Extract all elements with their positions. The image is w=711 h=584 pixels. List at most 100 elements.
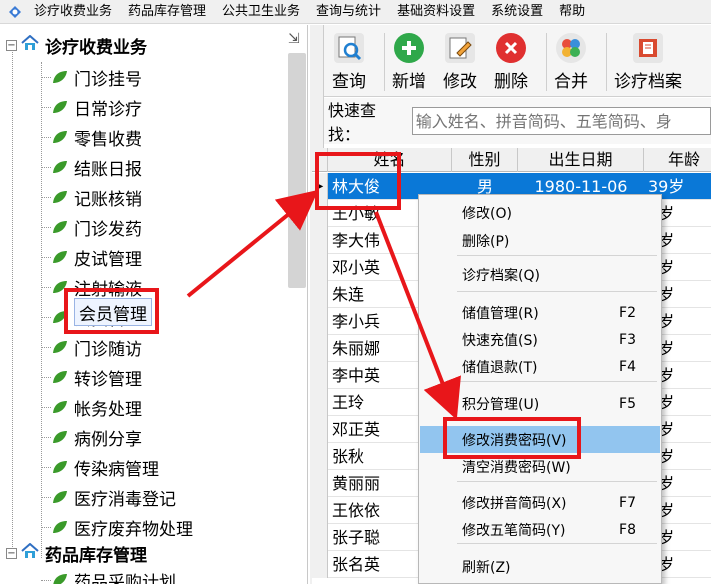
context-menu-item-change-wubi-code[interactable]: 修改五笔简码(Y) F8 [420,516,660,543]
menu-bar: 诊疗收费业务 药品库存管理 公共卫生业务 查询与统计 基础资料设置 系统设置 帮… [0,0,711,24]
context-menu-item-stored-value[interactable]: 储值管理(R) F2 [420,299,660,326]
merge-button[interactable]: 合并 [554,33,588,92]
row-indicator [312,551,328,578]
leaf-icon [53,431,67,443]
context-menu-item-refresh[interactable]: 刷新(Z) [420,553,660,580]
home-icon [21,34,39,56]
row-indicator [312,227,328,254]
context-menu-item-delete[interactable]: 删除(P) [420,227,660,254]
tree-scrollbar[interactable] [288,53,306,288]
menu-item-system-settings[interactable]: 系统设置 [483,0,551,24]
context-menu-item-change-pinyin-code[interactable]: 修改拼音简码(X) F7 [420,489,660,516]
header-gender[interactable]: 性别 [452,148,518,172]
tree-item-skin-test[interactable]: 皮试管理 [41,243,142,271]
menu-item-label: 刷新(Z) [462,559,511,576]
tree-item-infectious-disease[interactable]: 传染病管理 [41,453,159,481]
leaf-icon [53,371,67,383]
tree-item-label: 医疗废弃物处理 [74,519,193,540]
tree-item-registration[interactable]: 门诊挂号 [41,63,142,91]
tree-category-label: 药品库存管理 [45,546,147,566]
tree-item-case-sharing[interactable]: 病例分享 [41,423,142,451]
menu-separator [457,381,657,382]
row-indicator [312,416,328,443]
menu-item-label: 储值管理(R) [462,305,539,322]
tree-item-referral[interactable]: 转诊管理 [41,363,142,391]
leaf-icon [53,491,67,503]
tree-item-label: 皮试管理 [74,249,142,270]
tree-item-daily-diagnosis[interactable]: 日常诊疗 [41,93,142,121]
context-menu-item-points[interactable]: 积分管理(U) F5 [420,390,660,417]
quick-search-input[interactable] [411,107,711,135]
tree-item-label: 结账日报 [74,159,142,180]
tree-item-label: 医疗消毒登记 [74,489,176,510]
menu-separator [457,481,657,482]
tree-item-daily-settlement[interactable]: 结账日报 [41,153,142,181]
menu-item-shortcut: F8 [619,521,636,538]
query-button[interactable]: 查询 [332,33,366,92]
leaf-icon [53,101,67,113]
menu-item-label: 删除(P) [462,233,510,250]
menu-item-shortcut: F2 [619,304,636,321]
menu-item-shortcut: F7 [619,494,636,511]
tree-item-medical-waste[interactable]: 医疗废弃物处理 [41,513,193,541]
menu-item-label: 快速充值(S) [462,332,538,349]
leaf-icon [53,131,67,143]
tree-item-label: 记账核销 [74,189,142,210]
menu-item-basic-settings[interactable]: 基础资料设置 [389,0,483,24]
tree-item-retail-fee[interactable]: 零售收费 [41,123,142,151]
toolbar-separator [384,33,385,91]
pin-icon[interactable]: ⇲ [288,31,300,47]
menu-separator [457,543,657,544]
context-menu-item-edit[interactable]: 修改(O) [420,199,660,226]
quick-search-bar: 快速查找： [324,98,711,144]
tree-item-account-writeoff[interactable]: 记账核销 [41,183,142,211]
delete-label: 删除 [494,72,528,92]
tree-item-drug-purchase-plan[interactable]: 药品采购计划 [41,566,176,584]
annotation-box-change-password [443,417,581,459]
row-indicator [312,470,328,497]
header-birth-date[interactable]: 出生日期 [518,148,644,172]
collapse-icon[interactable]: − [6,548,17,559]
tree-item-label: 病例分享 [74,429,142,450]
context-menu-item-treatment-record[interactable]: 诊疗档案(Q) [420,261,660,288]
tree-item-follow-up[interactable]: 门诊随访 [41,333,142,361]
row-indicator [312,281,328,308]
record-button[interactable]: 诊疗档案 [614,33,682,92]
tree-item-label: 零售收费 [74,129,142,150]
tree-category-label: 诊疗收费业务 [45,38,147,58]
add-button[interactable]: 新增 [392,33,426,92]
tree-connector [12,47,13,553]
toolbar-separator [606,33,607,91]
query-icon [334,33,364,63]
edit-button[interactable]: 修改 [443,33,477,92]
header-age[interactable]: 年龄 [644,148,711,172]
menu-item-public-health[interactable]: 公共卫生业务 [214,0,308,24]
annotation-box-selected-name [315,152,401,210]
leaf-icon [53,401,67,413]
menu-item-label: 诊疗档案(Q) [462,267,540,284]
leaf-icon [53,71,67,83]
menu-item-drug-stock[interactable]: 药品库存管理 [120,0,214,24]
menu-item-query-stats[interactable]: 查询与统计 [308,0,389,24]
delete-button[interactable]: 删除 [494,33,528,92]
menu-item-clinic-fees[interactable]: 诊疗收费业务 [26,0,120,24]
leaf-icon [53,341,67,353]
query-label: 查询 [332,72,366,92]
tree-item-disinfection-record[interactable]: 医疗消毒登记 [41,483,176,511]
tree-category-clinic-fees[interactable]: − 诊疗收费业务 [6,33,147,58]
row-indicator [312,443,328,470]
tree-item-label: 转诊管理 [74,369,142,390]
leaf-icon [53,191,67,203]
tree-item-accounting[interactable]: 帐务处理 [41,393,142,421]
leaf-icon [53,461,67,473]
context-menu-item-stored-refund[interactable]: 储值退款(T) F4 [420,353,660,380]
context-menu-item-quick-recharge[interactable]: 快速充值(S) F3 [420,326,660,353]
tree-item-member-management-selected[interactable]: 会员管理 [74,298,152,326]
tree-item-dispense-drugs[interactable]: 门诊发药 [41,213,142,241]
toolbar: 查询 新增 修改 删除 合并 诊疗档案 [324,25,711,97]
edit-icon [445,33,475,63]
collapse-icon[interactable]: − [6,40,17,51]
tree-category-drug-stock[interactable]: − 药品库存管理 [6,541,147,566]
menu-item-help[interactable]: 帮助 [551,0,593,24]
context-menu: 修改(O) 删除(P) 诊疗档案(Q) 储值管理(R) F2 快速充值(S) F3 储值退款(… [418,194,662,584]
